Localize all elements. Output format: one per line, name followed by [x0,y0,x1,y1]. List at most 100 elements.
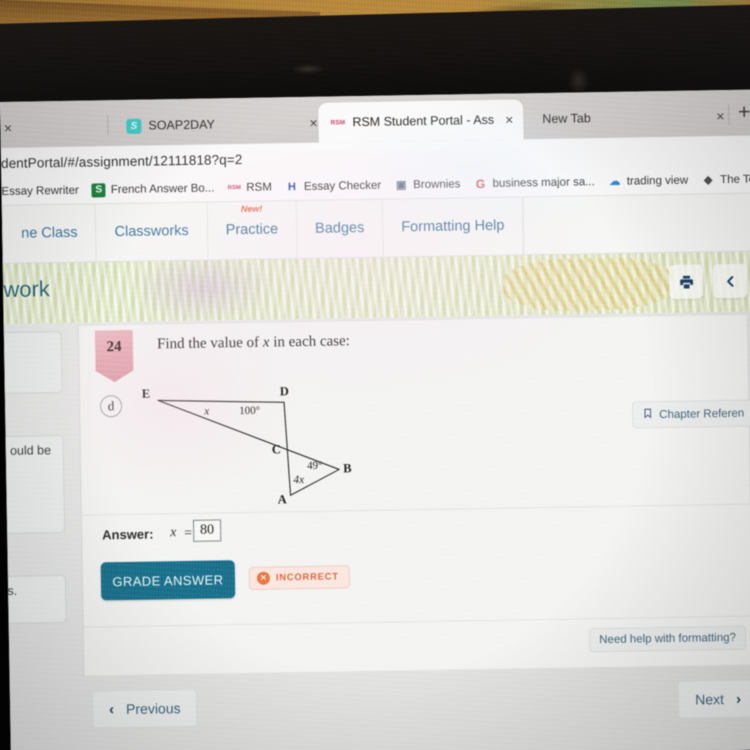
tab-divider [107,115,109,136]
page-title: ework [2,276,50,303]
bookmark-essay-checker[interactable]: H Essay Checker [285,178,382,194]
close-icon[interactable]: × [505,111,513,127]
bookmark-the-to[interactable]: ◆ The To [701,172,750,187]
tab-title: New Tab [542,111,591,127]
bookmark-trading-view[interactable]: ☁ trading view [608,173,689,188]
question-footer: Need help with formatting? [84,617,750,674]
banner-glare [132,251,274,324]
nav-tab-label: Practice [225,221,279,239]
bookmark-label: Essay Rewriter [1,184,79,198]
bookmark-label: RSM [246,181,272,194]
figure-variable-x: x [204,405,210,418]
rsm-icon: RSM [227,184,242,191]
figure-point-C: C [271,442,281,457]
prompt-text-post: in each case: [273,333,351,351]
circle-x-icon: ✕ [256,571,271,585]
bookmark-essay-rewriter[interactable]: Essay Rewriter [1,184,79,197]
nav-tab-label: Classworks [114,222,189,241]
bookmark-business-major[interactable]: G business major sa... [473,175,595,191]
browser-tab-0[interactable]: enter × [0,108,22,149]
figure-point-A: A [277,492,287,507]
close-icon[interactable]: × [4,120,12,136]
formatting-help-button[interactable]: Need help with formatting? [588,625,747,653]
previous-button[interactable]: ‹ Previous [91,688,198,729]
chevron-left-icon[interactable] [712,263,748,299]
bookmark-brownies[interactable]: ▣ Brownies [394,177,461,192]
chevron-left-icon: ‹ [108,700,115,718]
page-body: your paper, ould be estions. 24 Find the… [3,311,750,750]
figure-variable-4x: 4x [293,474,305,487]
answer-variable: x [170,525,177,541]
prompt-variable: x [262,334,270,351]
nav-tab-label: ne Class [21,224,78,242]
nav-tab-classworks[interactable]: Classworks [96,201,209,262]
left-panel-fragment-1: your [3,331,63,395]
bookmark-label: Essay Checker [303,179,382,193]
left-panel-cropped: your paper, ould be estions. [3,323,69,750]
answer-section: Answer: x = 80 GRADE ANSWER ✕ INCORRECT [81,504,750,628]
close-icon[interactable]: × [716,108,724,124]
dark-icon: ◆ [703,174,713,187]
new-badge: New! [240,203,263,215]
question-statement: 24 Find the value of x in each case: d E… [78,314,750,516]
next-button[interactable]: Next › [677,679,750,719]
answer-label: Answer: [102,526,154,543]
next-label: Next [695,691,725,708]
bookmark-label: business major sa... [492,175,595,190]
bookmark-label: The To [720,172,750,186]
left-panel-fragment-3: estions. [3,574,67,625]
nav-spacer [522,192,750,255]
h-icon: H [287,180,296,193]
browser-tab-3-close[interactable]: × [700,96,735,137]
google-icon: G [475,176,486,191]
browser-tab-1[interactable]: S SOAP2DAY [114,104,225,146]
browser-tab-2-active[interactable]: RSM RSM Student Portal - Assignm × [318,99,524,143]
answer-equals: = [184,525,193,542]
figure-angle-100: 100° [239,404,261,418]
figure-point-B: B [343,461,352,476]
nav-tab-badges[interactable]: Badges [296,198,384,259]
close-icon[interactable]: × [309,115,317,131]
bookmark-icon [642,407,653,422]
question-part-label: d [99,395,123,418]
chapter-reference-button[interactable]: Chapter Referen [632,399,750,429]
figure-angle-49: 49° [306,459,323,472]
monitor-photo: enter × S SOAP2DAY × RSM RSM Student Por… [0,0,750,750]
nav-tab-label: Badges [314,219,365,237]
banner-actions [668,263,748,299]
soap2day-icon: S [126,118,142,134]
question-prompt: Find the value of x in each case: [157,333,350,353]
grade-answer-button[interactable]: GRADE ANSWER [100,560,236,601]
status-badge: ✕ INCORRECT [248,565,350,590]
browser-tab-3[interactable]: New Tab [530,98,601,139]
nav-tab-online-class[interactable]: ne Class [1,203,98,263]
bezel-reflection [291,63,326,75]
new-tab-button[interactable]: + [738,101,750,124]
pagination: ‹ Previous Next › [84,679,750,739]
answer-input[interactable]: 80 [192,519,222,542]
status-badge-label: INCORRECT [275,571,339,584]
figure-point-D: D [279,384,289,399]
screen-content: enter × S SOAP2DAY × RSM RSM Student Por… [0,89,750,750]
address-bar-url[interactable]: dentPortal/#/assignment/12111818?q=2 [1,151,243,170]
bookmark-label: Brownies [413,177,461,191]
left-panel-fragment-2: paper, ould be [3,434,66,535]
nav-tab-formatting-help[interactable]: Formatting Help [382,196,524,257]
question-card: 24 Find the value of x in each case: d E… [77,313,750,677]
chapter-reference-label: Chapter Referen [659,407,745,421]
bookmark-french-answer[interactable]: S French Answer Bo... [91,181,215,197]
nav-tab-practice[interactable]: New! Practice [207,200,298,260]
rsm-icon: RSM [330,118,346,127]
bookmark-label: trading view [626,174,689,188]
print-icon[interactable] [668,264,704,299]
bookmark-label: French Answer Bo... [110,181,215,196]
cloud-icon: ☁ [609,175,621,188]
geometry-figure: E D C A B 100° 49° x 4x [142,380,404,509]
question-number-badge: 24 [95,330,134,383]
document-icon: ▣ [395,179,407,192]
bookmark-rsm[interactable]: RSM RSM [227,180,272,195]
bezel-reflection-2 [567,66,590,96]
tab-title: SOAP2DAY [148,117,215,133]
prompt-text-pre: Find the value of [156,334,260,353]
nav-tab-label: Formatting Help [401,217,505,236]
